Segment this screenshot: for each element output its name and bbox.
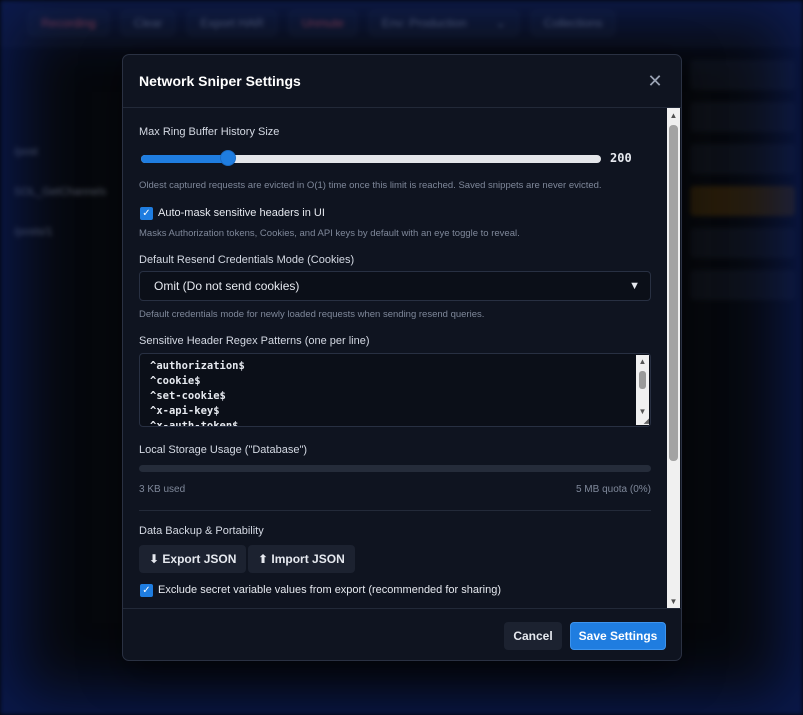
storage-progress-bar xyxy=(139,465,651,472)
modal-footer: Cancel Save Settings xyxy=(123,608,681,660)
modal-title: Network Sniper Settings xyxy=(139,73,301,89)
exclude-secrets-label: Exclude secret variable values from expo… xyxy=(158,584,501,596)
regex-line: ^cookie$ xyxy=(150,375,201,387)
credentials-select[interactable]: Omit (Do not send cookies) ▼ xyxy=(139,271,651,301)
resize-handle-icon[interactable]: ◢ xyxy=(639,417,649,425)
modal-body: Max Ring Buffer History Size 200 Oldest … xyxy=(123,108,681,608)
modal-scroll-thumb[interactable] xyxy=(669,125,678,461)
settings-modal: Network Sniper Settings ✕ Max Ring Buffe… xyxy=(122,54,682,661)
regex-lines: ^authorization$ ^cookie$ ^set-cookie$ ^x… xyxy=(150,359,245,427)
export-json-button[interactable]: ⬇ Export JSON xyxy=(139,545,247,573)
save-settings-button[interactable]: Save Settings xyxy=(570,622,666,650)
section-divider xyxy=(139,510,651,511)
regex-line: ^x-auth-token$ xyxy=(150,420,239,427)
regex-label: Sensitive Header Regex Patterns (one per… xyxy=(139,335,370,347)
chevron-down-icon: ▼ xyxy=(629,280,640,292)
regex-line: ^set-cookie$ xyxy=(150,390,226,402)
auto-mask-checkbox[interactable]: ✓ xyxy=(140,207,153,220)
ring-buffer-slider-track[interactable] xyxy=(141,155,601,163)
auto-mask-label: Auto-mask sensitive headers in UI xyxy=(158,207,325,219)
regex-textarea[interactable]: ^authorization$ ^cookie$ ^set-cookie$ ^x… xyxy=(139,353,651,427)
cancel-button[interactable]: Cancel xyxy=(504,622,562,650)
scroll-up-icon[interactable]: ▲ xyxy=(667,108,680,122)
exclude-secrets-checkbox[interactable]: ✓ xyxy=(140,584,153,597)
credentials-hint: Default credentials mode for newly loade… xyxy=(139,309,485,320)
ring-buffer-value: 200 xyxy=(610,151,632,165)
ring-buffer-slider-thumb[interactable] xyxy=(220,150,236,166)
auto-mask-hint: Masks Authorization tokens, Cookies, and… xyxy=(139,228,520,239)
credentials-selected-value: Omit (Do not send cookies) xyxy=(154,279,300,293)
modal-scrollbar[interactable]: ▲ ▼ xyxy=(667,108,680,608)
import-json-button[interactable]: ⬆ Import JSON xyxy=(248,545,355,573)
regex-line: ^x-api-key$ xyxy=(150,405,220,417)
modal-header: Network Sniper Settings ✕ xyxy=(123,55,681,108)
scroll-down-icon[interactable]: ▼ xyxy=(667,594,680,608)
backup-label: Data Backup & Portability xyxy=(139,525,264,537)
scroll-down-icon[interactable]: ▼ xyxy=(636,405,649,417)
regex-line: ^authorization$ xyxy=(150,360,245,372)
close-icon[interactable]: ✕ xyxy=(645,71,665,91)
ring-buffer-label: Max Ring Buffer History Size xyxy=(139,126,280,138)
ring-buffer-slider-fill xyxy=(141,155,228,163)
textarea-scroll-thumb[interactable] xyxy=(639,371,646,389)
storage-used: 3 KB used xyxy=(139,484,186,495)
ring-buffer-hint: Oldest captured requests are evicted in … xyxy=(139,180,602,191)
textarea-scrollbar[interactable]: ▲ ▼ xyxy=(636,355,649,425)
credentials-label: Default Resend Credentials Mode (Cookies… xyxy=(139,254,355,266)
scroll-up-icon[interactable]: ▲ xyxy=(636,355,649,367)
storage-label: Local Storage Usage ("Database") xyxy=(139,444,308,456)
storage-quota: 5 MB quota (0%) xyxy=(575,484,651,495)
